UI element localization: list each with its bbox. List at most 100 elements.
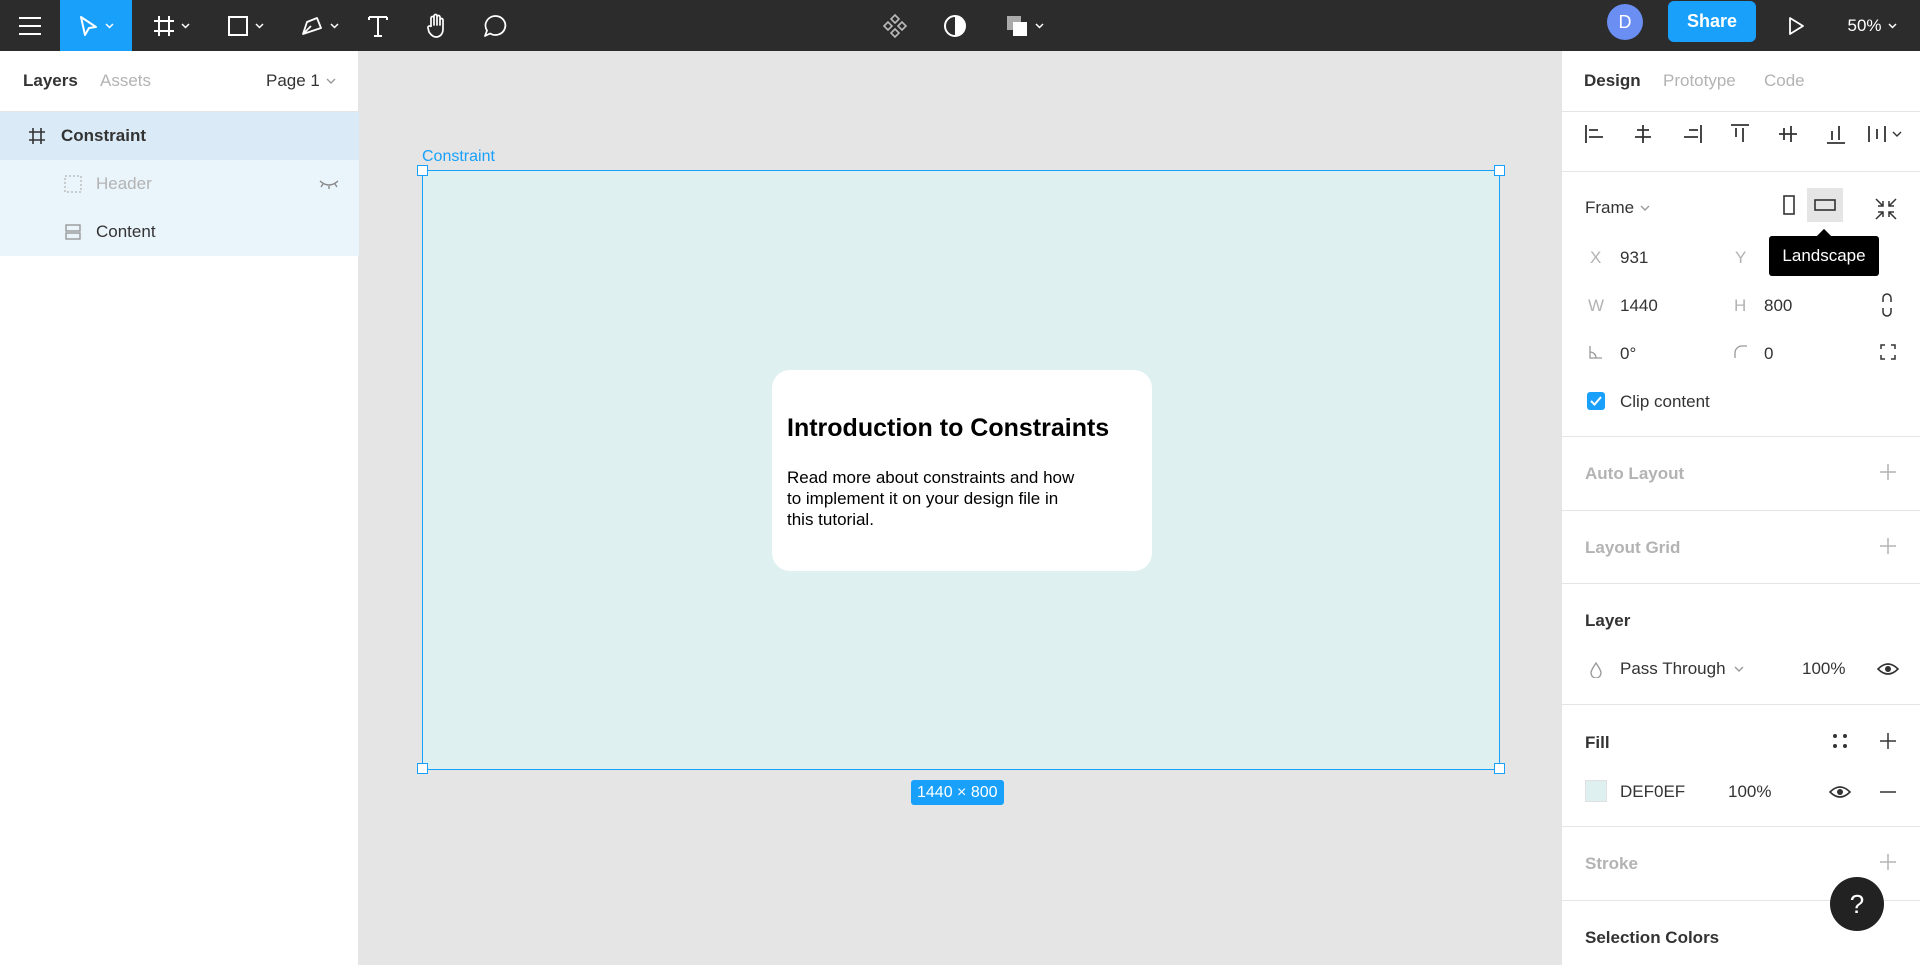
align-bottom-icon[interactable] bbox=[1825, 123, 1847, 145]
divider bbox=[1562, 704, 1920, 705]
zoom-value: 50% bbox=[1847, 15, 1882, 35]
divider bbox=[1562, 826, 1920, 827]
zoom-dropdown[interactable]: 50% bbox=[1836, 0, 1908, 51]
help-button[interactable]: ? bbox=[1830, 877, 1884, 931]
fill-opacity-input[interactable]: 100% bbox=[1728, 782, 1771, 802]
dashed-frame-icon bbox=[64, 175, 82, 193]
tab-assets[interactable]: Assets bbox=[100, 71, 151, 91]
layer-row-content[interactable]: Content bbox=[0, 208, 359, 256]
fill-section-title: Fill bbox=[1585, 733, 1610, 752]
layer-section-title: Layer bbox=[1585, 611, 1631, 630]
layer-row-header[interactable]: Header bbox=[0, 160, 359, 208]
shape-tool-button[interactable] bbox=[216, 0, 274, 51]
h-input[interactable]: 800 bbox=[1764, 296, 1792, 316]
fill-color-swatch[interactable] bbox=[1585, 780, 1607, 802]
plus-icon[interactable] bbox=[1880, 538, 1896, 554]
frame-label[interactable]: Constraint bbox=[422, 148, 495, 166]
blend-mode-dropdown[interactable]: Pass Through bbox=[1620, 659, 1744, 679]
menu-icon bbox=[19, 16, 41, 35]
pen-tool-button[interactable] bbox=[290, 0, 348, 51]
divider bbox=[1562, 171, 1920, 172]
hand-tool-icon bbox=[427, 13, 444, 38]
rotation-icon bbox=[1589, 346, 1602, 359]
w-label: W bbox=[1588, 296, 1605, 315]
plus-icon[interactable] bbox=[1880, 854, 1896, 870]
blend-mode-value: Pass Through bbox=[1620, 659, 1726, 678]
frame-preset-dropdown[interactable]: Frame bbox=[1585, 198, 1650, 218]
layer-row-constraint[interactable]: Constraint bbox=[0, 112, 359, 160]
plus-icon[interactable] bbox=[1880, 733, 1896, 749]
boolean-groups-button[interactable] bbox=[996, 0, 1052, 51]
align-top-icon[interactable] bbox=[1729, 123, 1751, 145]
corner-radius-input[interactable]: 0 bbox=[1764, 344, 1773, 364]
tab-design[interactable]: Design bbox=[1584, 71, 1641, 91]
w-input[interactable]: 1440 bbox=[1620, 296, 1658, 316]
avatar[interactable]: D bbox=[1607, 4, 1643, 40]
text-tool-button[interactable] bbox=[358, 0, 398, 51]
fill-hex-input[interactable]: DEF0EF bbox=[1620, 782, 1685, 802]
clip-content-checkbox[interactable] bbox=[1587, 392, 1605, 410]
eye-closed-icon[interactable] bbox=[318, 179, 340, 189]
mask-button[interactable] bbox=[934, 0, 976, 51]
constrain-proportions-icon[interactable] bbox=[1880, 293, 1894, 317]
chevron-down-icon bbox=[254, 22, 264, 29]
plus-icon[interactable] bbox=[1880, 464, 1896, 480]
comment-tool-button[interactable] bbox=[475, 0, 517, 51]
rotation-input[interactable]: 0° bbox=[1620, 344, 1636, 364]
tab-layers[interactable]: Layers bbox=[23, 71, 78, 91]
resize-handle-bottom-left[interactable] bbox=[417, 763, 428, 774]
x-label: X bbox=[1590, 248, 1602, 267]
text-tool-icon bbox=[368, 15, 388, 37]
frame-label: Frame bbox=[1585, 198, 1635, 217]
eye-icon[interactable] bbox=[1877, 661, 1899, 677]
landscape-icon bbox=[1814, 199, 1836, 211]
minus-icon[interactable] bbox=[1880, 791, 1896, 793]
tab-code[interactable]: Code bbox=[1764, 71, 1805, 91]
card-body: Read more about constraints and how to i… bbox=[787, 468, 1075, 529]
share-button[interactable]: Share bbox=[1668, 1, 1756, 42]
align-right-icon[interactable] bbox=[1681, 123, 1703, 145]
resize-handle-top-right[interactable] bbox=[1494, 165, 1505, 176]
resize-handle-bottom-right[interactable] bbox=[1494, 763, 1505, 774]
stroke-section-title: Stroke bbox=[1585, 854, 1638, 873]
move-tool-button[interactable] bbox=[60, 0, 132, 51]
eye-icon[interactable] bbox=[1829, 784, 1851, 800]
canvas[interactable]: Constraint Introduction to Constraints R… bbox=[360, 51, 1561, 965]
style-grid-icon[interactable] bbox=[1832, 733, 1848, 749]
boolean-icon bbox=[1006, 15, 1027, 36]
page-selector[interactable]: Page 1 bbox=[266, 71, 336, 91]
create-component-button[interactable] bbox=[874, 0, 916, 51]
resize-to-fit-icon[interactable] bbox=[1874, 197, 1898, 221]
tooltip: Landscape bbox=[1769, 236, 1879, 276]
frame-constraint[interactable]: Introduction to Constraints Read more ab… bbox=[422, 170, 1500, 770]
layer-name: Constraint bbox=[61, 126, 146, 145]
landscape-button[interactable] bbox=[1807, 188, 1843, 222]
align-left-icon[interactable] bbox=[1584, 123, 1606, 145]
content-card[interactable]: Introduction to Constraints Read more ab… bbox=[772, 370, 1152, 571]
align-horizontal-center-icon[interactable] bbox=[1632, 123, 1654, 145]
portrait-button[interactable] bbox=[1771, 188, 1807, 222]
align-vertical-center-icon[interactable] bbox=[1777, 123, 1799, 145]
x-input[interactable]: 931 bbox=[1620, 248, 1648, 268]
shape-tool-icon bbox=[227, 15, 248, 36]
present-button[interactable] bbox=[1776, 0, 1816, 51]
independent-corners-icon[interactable] bbox=[1880, 344, 1896, 360]
frame-tool-button[interactable] bbox=[142, 0, 200, 51]
blend-mode-icon bbox=[1590, 662, 1602, 678]
portrait-icon bbox=[1783, 195, 1795, 215]
comment-tool-icon bbox=[484, 14, 507, 37]
menu-button[interactable] bbox=[0, 0, 60, 51]
tab-prototype[interactable]: Prototype bbox=[1663, 71, 1736, 91]
hand-tool-button[interactable] bbox=[416, 0, 458, 51]
chevron-down-icon bbox=[104, 22, 114, 29]
chevron-down-icon bbox=[180, 22, 190, 29]
y-label: Y bbox=[1735, 248, 1747, 267]
chevron-down-icon bbox=[326, 78, 336, 84]
pen-tool-icon bbox=[301, 16, 322, 35]
page-name: Page 1 bbox=[266, 71, 320, 90]
distribute-icon[interactable] bbox=[1867, 123, 1903, 145]
layer-opacity-input[interactable]: 100% bbox=[1802, 659, 1845, 679]
resize-handle-top-left[interactable] bbox=[417, 165, 428, 176]
chevron-down-icon bbox=[1640, 205, 1650, 211]
layout-grid-title: Layout Grid bbox=[1585, 538, 1681, 557]
